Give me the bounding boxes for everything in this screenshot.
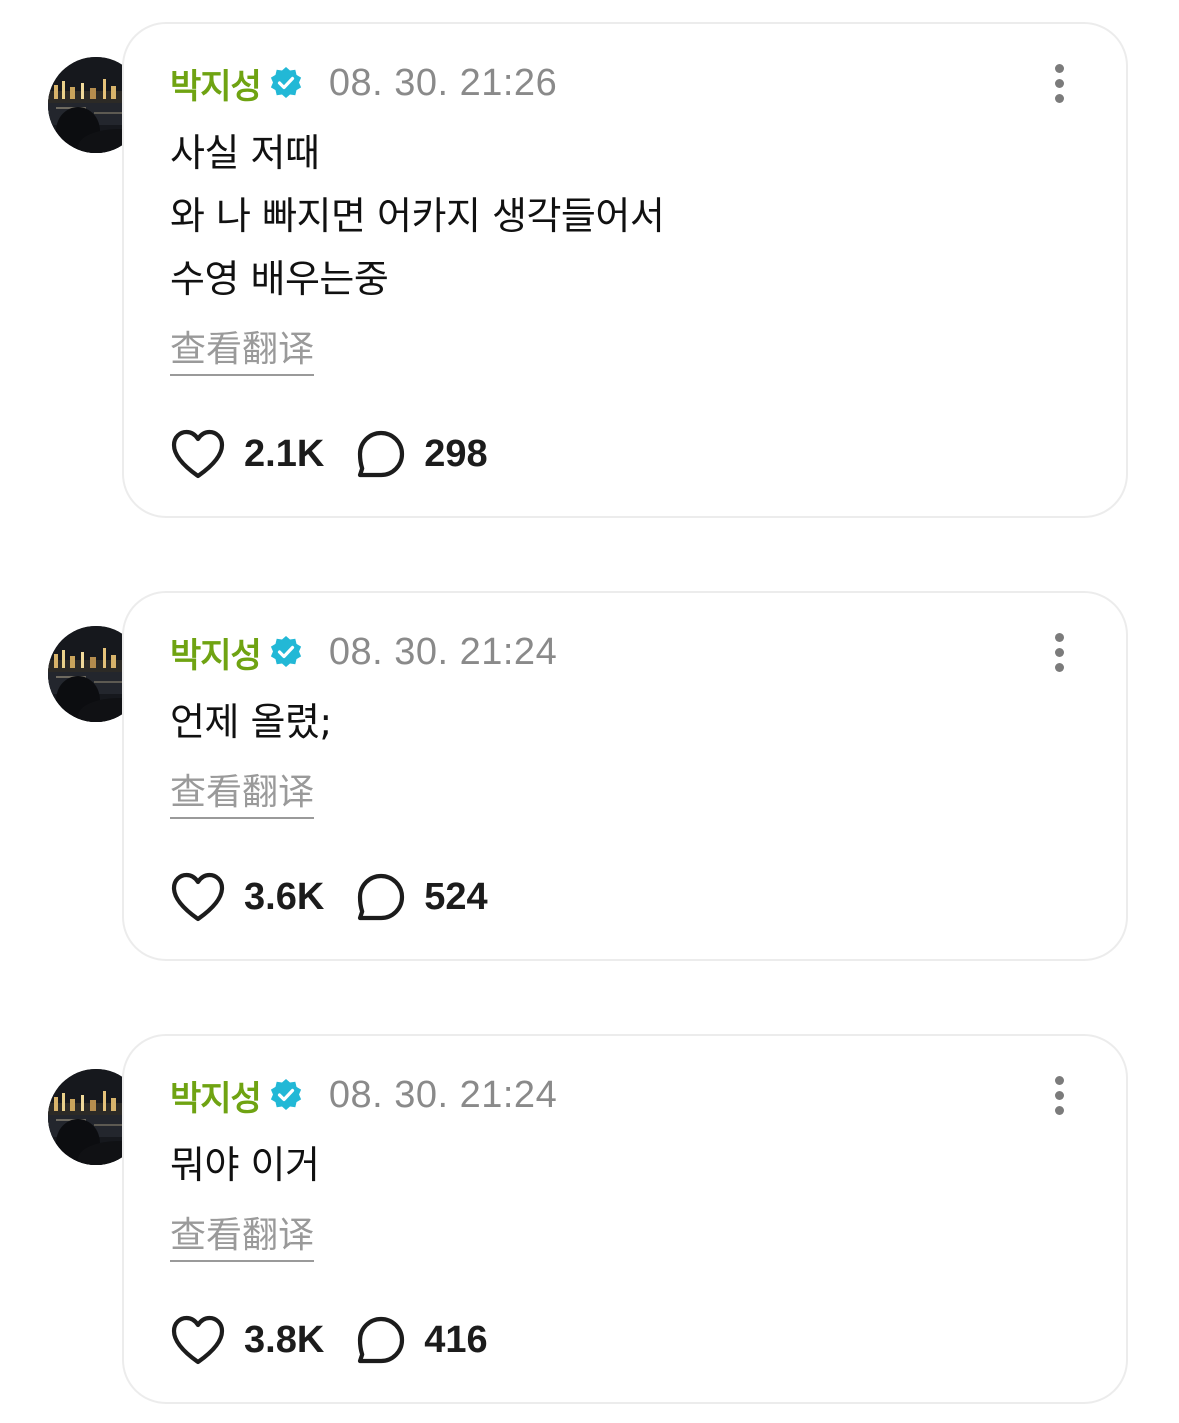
see-translation-link[interactable]: 查看翻译 [170, 771, 315, 819]
more-options-icon[interactable] [1048, 62, 1072, 106]
comment-button[interactable]: 524 [356, 872, 488, 922]
comment-header: 박지성 08. 30. 21:24 [170, 627, 557, 677]
comment-bubble-icon [358, 1316, 405, 1364]
comment-button[interactable]: 298 [356, 429, 488, 479]
comment-card: 박지성 08. 30. 21:24 뭐야 이거 查看翻译 3.8K 416 [122, 1034, 1128, 1404]
timestamp: 08. 30. 21:24 [328, 630, 558, 673]
like-count: 3.8K [244, 1318, 325, 1361]
comment-text-line: 수영 배우는중 [170, 257, 389, 301]
comment-header: 박지성 08. 30. 21:24 [170, 1070, 557, 1120]
verified-badge-icon [269, 635, 303, 669]
timestamp: 08. 30. 21:26 [328, 61, 558, 104]
comment-count: 416 [424, 1318, 488, 1361]
heart-icon [171, 429, 225, 479]
action-bar: 2.1K 298 [170, 424, 488, 484]
comment-text-line: 언제 올렸; [170, 700, 332, 744]
author-name[interactable]: 박지성 [170, 1071, 262, 1120]
like-button[interactable]: 3.8K [170, 1314, 324, 1366]
comment-header: 박지성 08. 30. 21:26 [170, 58, 557, 108]
comment-text: 사실 저때 와 나 빠지면 어카지 생각들어서 수영 배우는중 [170, 122, 1066, 311]
like-count: 2.1K [244, 432, 325, 475]
author-name[interactable]: 박지성 [170, 628, 262, 677]
comment-text: 언제 올렸; [170, 691, 1066, 754]
comment-text: 뭐야 이거 [170, 1134, 1066, 1197]
comment-bubble-icon [358, 430, 405, 478]
verified-badge-icon [269, 66, 303, 100]
comment-count: 298 [424, 432, 488, 475]
comment-text-line: 사실 저때 [170, 131, 320, 175]
comment-text-line: 와 나 빠지면 어카지 생각들어서 [170, 194, 665, 238]
comment-count: 524 [424, 875, 488, 918]
like-count: 3.6K [244, 875, 325, 918]
like-button[interactable]: 2.1K [170, 428, 324, 480]
comment-text-line: 뭐야 이거 [170, 1143, 320, 1187]
like-button[interactable]: 3.6K [170, 871, 324, 923]
comment-card: 박지성 08. 30. 21:24 언제 올렸; 查看翻译 3.6K 524 [122, 591, 1128, 961]
heart-icon [171, 1315, 225, 1365]
heart-icon [171, 872, 225, 922]
timestamp: 08. 30. 21:24 [328, 1073, 558, 1116]
action-bar: 3.6K 524 [170, 867, 488, 927]
action-bar: 3.8K 416 [170, 1310, 488, 1370]
verified-badge-icon [269, 1078, 303, 1112]
comment-card: 박지성 08. 30. 21:26 사실 저때 와 나 빠지면 어카지 생각들어… [122, 22, 1128, 518]
comment-button[interactable]: 416 [356, 1315, 488, 1365]
more-options-icon[interactable] [1048, 1074, 1072, 1118]
more-options-icon[interactable] [1048, 631, 1072, 675]
see-translation-link[interactable]: 查看翻译 [170, 328, 315, 376]
see-translation-link[interactable]: 查看翻译 [170, 1214, 315, 1262]
comment-bubble-icon [358, 873, 405, 921]
author-name[interactable]: 박지성 [170, 59, 262, 108]
